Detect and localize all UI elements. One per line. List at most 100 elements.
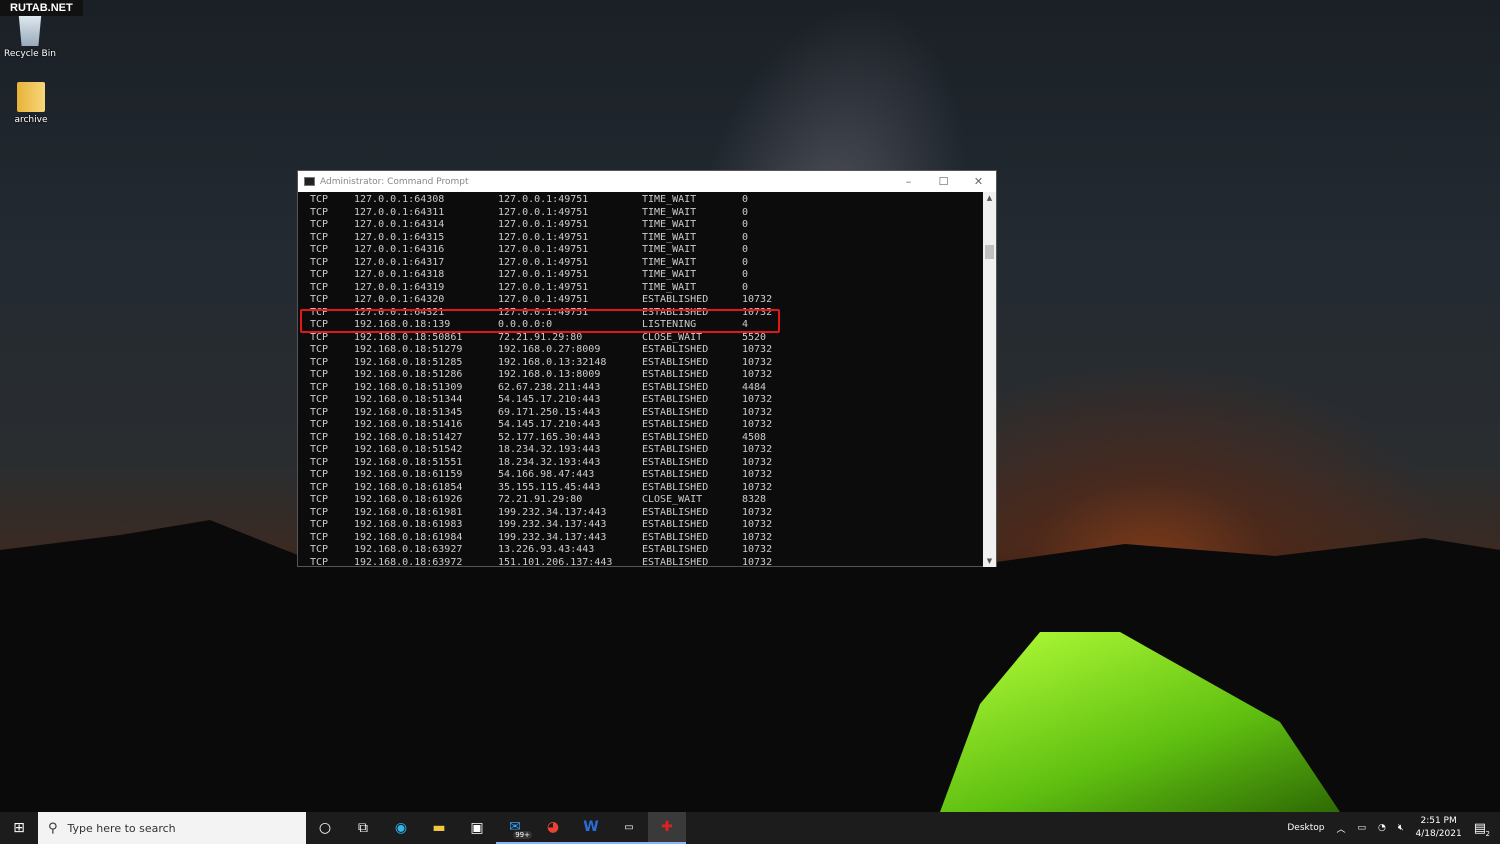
clock[interactable]: 2:51 PM 4/18/2021	[1416, 815, 1462, 841]
cmd-icon	[304, 177, 315, 186]
pid: 10732	[742, 444, 773, 455]
local-address: 192.168.0.18:63972	[354, 556, 463, 568]
desktop-icon-recycle-bin[interactable]: Recycle Bin	[0, 16, 60, 59]
proto: TCP	[310, 369, 329, 380]
state: ESTABLISHED	[642, 369, 709, 380]
proto: TCP	[310, 494, 329, 505]
start-button[interactable]: ⊞	[0, 820, 38, 836]
proto: TCP	[310, 219, 329, 230]
pid: 0	[742, 281, 749, 293]
minimize-button[interactable]: –	[891, 175, 926, 188]
battery-icon[interactable]: ▭	[1358, 823, 1367, 833]
app-icon[interactable]: ✚	[648, 812, 686, 844]
proto: TCP	[310, 506, 329, 518]
proto: TCP	[310, 194, 329, 205]
foreign-address: 18.234.32.193:443	[498, 456, 601, 468]
proto: TCP	[310, 481, 329, 493]
foreign-address: 72.21.91.29:80	[498, 331, 583, 343]
foreign-address: 151.101.206.137:443	[498, 556, 613, 568]
pid: 10732	[742, 556, 773, 568]
connection-row: TCP 127.0.0.1:64317 127.0.0.1:49751 TIME_WA…	[298, 257, 984, 270]
foreign-address: 199.232.34.137:443	[498, 531, 607, 543]
pid: 10732	[742, 369, 773, 380]
pid: 10732	[742, 531, 773, 543]
scroll-down-icon[interactable]: ▼	[983, 557, 996, 565]
pid: 10732	[742, 506, 773, 518]
maximize-button[interactable]: ☐	[926, 175, 961, 188]
scroll-thumb[interactable]	[985, 245, 994, 259]
proto: TCP	[310, 556, 329, 568]
file-explorer-icon[interactable]: ▬	[420, 812, 458, 844]
proto: TCP	[310, 381, 329, 393]
proto: TCP	[310, 406, 329, 418]
connection-row: TCP 192.168.0.18:51344 54.145.17.210:443 ES…	[298, 394, 984, 407]
store-icon[interactable]: ▣	[458, 812, 496, 844]
state: ESTABLISHED	[642, 419, 709, 430]
state: TIME_WAIT	[642, 231, 697, 243]
connection-row: TCP 192.168.0.18:63927 13.226.93.43:443 EST…	[298, 544, 984, 557]
terminal-output[interactable]: TCP 127.0.0.1:64308 127.0.0.1:49751 TIME_WA…	[298, 192, 984, 567]
desktop-icon-archive[interactable]: archive	[1, 82, 61, 125]
foreign-address: 127.0.0.1:49751	[498, 244, 589, 255]
connection-row: TCP 192.168.0.18:51286 192.168.0.13:8009 ES…	[298, 369, 984, 382]
connection-row: TCP 192.168.0.18:61981 199.232.34.137:443 E…	[298, 507, 984, 520]
watermark: RUTAB.NET	[0, 0, 83, 16]
foreign-address: 13.226.93.43:443	[498, 544, 595, 555]
state: CLOSE_WAIT	[642, 331, 703, 343]
command-prompt-icon[interactable]: ▭	[610, 812, 648, 844]
pid: 10732	[742, 481, 773, 493]
local-address: 127.0.0.1:64316	[354, 244, 445, 255]
state: ESTABLISHED	[642, 406, 709, 418]
state: TIME_WAIT	[642, 194, 697, 205]
foreign-address: 127.0.0.1:49751	[498, 231, 589, 243]
connection-row: TCP 192.168.0.18:61983 199.232.34.137:443 E…	[298, 519, 984, 532]
proto: TCP	[310, 469, 329, 480]
proto: TCP	[310, 356, 329, 368]
connection-row: TCP 127.0.0.1:64315 127.0.0.1:49751 TIME_WA…	[298, 232, 984, 245]
proto: TCP	[310, 281, 329, 293]
foreign-address: 54.145.17.210:443	[498, 394, 601, 405]
foreign-address: 127.0.0.1:49751	[498, 269, 589, 280]
desktop-toolbar[interactable]: Desktop	[1287, 823, 1324, 833]
local-address: 192.168.0.18:51279	[354, 344, 463, 355]
wifi-icon[interactable]: ◔	[1378, 823, 1386, 833]
edge-icon[interactable]: ◉	[382, 812, 420, 844]
command-prompt-window[interactable]: Administrator: Command Prompt – ☐ ✕ TCP 1…	[297, 170, 997, 567]
foreign-address: 192.168.0.13:32148	[498, 356, 607, 368]
chrome-icon[interactable]: ◕	[534, 812, 572, 844]
connection-row: TCP 192.168.0.18:63972 151.101.206.137:443…	[298, 557, 984, 568]
mail-icon[interactable]: ✉ 99+	[496, 812, 534, 844]
foreign-address: 35.155.115.45:443	[498, 481, 601, 493]
foreign-address: 127.0.0.1:49751	[498, 206, 589, 218]
scrollbar[interactable]: ▲ ▼	[983, 192, 996, 567]
connection-row: TCP 192.168.0.18:61854 35.155.115.45:443 ES…	[298, 482, 984, 495]
pid: 0	[742, 194, 749, 205]
local-address: 127.0.0.1:64315	[354, 231, 445, 243]
connection-row: TCP 127.0.0.1:64319 127.0.0.1:49751 TIME_WA…	[298, 282, 984, 295]
pid: 0	[742, 269, 749, 280]
scroll-up-icon[interactable]: ▲	[983, 194, 996, 202]
connection-row: TCP 192.168.0.18:61984 199.232.34.137:443 E…	[298, 532, 984, 545]
state: ESTABLISHED	[642, 556, 709, 568]
task-view-icon[interactable]: ⧉	[344, 812, 382, 844]
pid: 4484	[742, 381, 767, 393]
pid: 10732	[742, 469, 773, 480]
pid: 10732	[742, 294, 773, 305]
volume-muted-icon[interactable]: 🔇︎	[1398, 823, 1404, 833]
proto: TCP	[310, 419, 329, 430]
search-box[interactable]: ⚲ Type here to search	[38, 812, 306, 844]
close-button[interactable]: ✕	[961, 175, 996, 188]
chevron-up-icon[interactable]: ︿	[1336, 822, 1345, 835]
connection-row: TCP 192.168.0.18:51279 192.168.0.27:8009 ES…	[298, 344, 984, 357]
notification-icon[interactable]: ▤ 2	[1474, 821, 1490, 838]
proto: TCP	[310, 269, 329, 280]
mail-badge: 99+	[513, 831, 532, 839]
pid: 10732	[742, 344, 773, 355]
pid: 8328	[742, 494, 767, 505]
title-bar[interactable]: Administrator: Command Prompt – ☐ ✕	[298, 171, 996, 192]
local-address: 127.0.0.1:64308	[354, 194, 445, 205]
pid: 10732	[742, 356, 773, 368]
proto: TCP	[310, 394, 329, 405]
cortana-icon[interactable]: ○	[306, 812, 344, 844]
word-icon[interactable]: W	[572, 812, 610, 844]
